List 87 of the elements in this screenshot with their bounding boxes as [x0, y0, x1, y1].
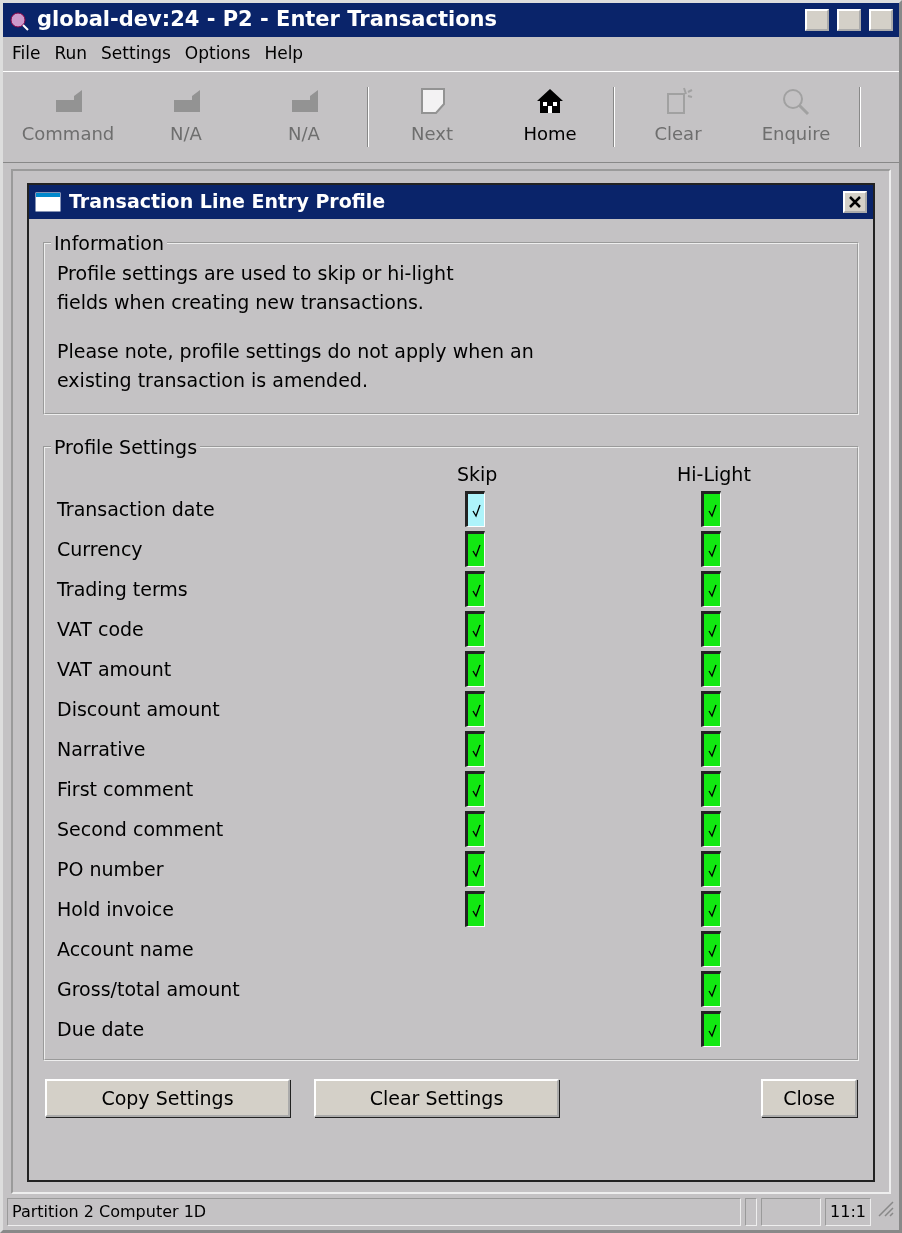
info-text: Profile settings are used to skip or hi-light fields when creating new transactions. — [57, 261, 455, 316]
checkbox[interactable] — [701, 851, 721, 888]
check-icon — [706, 702, 718, 718]
checkbox[interactable] — [465, 491, 485, 528]
menu-item[interactable]: Settings — [94, 41, 178, 67]
check-icon — [706, 742, 718, 758]
checkbox[interactable] — [701, 691, 721, 728]
checkbox[interactable] — [701, 651, 721, 688]
field-label: Trading terms — [57, 577, 189, 603]
checkbox[interactable] — [465, 611, 485, 648]
dialog-button[interactable]: Clear Settings — [314, 1079, 559, 1118]
menu-item[interactable]: File — [5, 41, 48, 67]
field-label: Transaction date — [57, 497, 216, 523]
status-pane — [745, 1198, 758, 1226]
check-icon — [706, 582, 718, 598]
checkbox[interactable] — [701, 571, 721, 608]
field-label: Due date — [57, 1017, 146, 1043]
check-icon — [470, 742, 482, 758]
check-icon — [706, 822, 718, 838]
check-icon — [706, 622, 718, 638]
menu-item[interactable]: Run — [47, 41, 95, 67]
menu-item[interactable]: Options — [177, 41, 258, 67]
check-icon — [470, 702, 482, 718]
checkbox[interactable] — [701, 531, 721, 568]
checkbox[interactable] — [701, 611, 721, 648]
checkbox[interactable] — [465, 771, 485, 808]
check-icon — [706, 782, 718, 798]
checkbox[interactable] — [701, 771, 721, 808]
checkbox[interactable] — [465, 731, 485, 768]
checkbox[interactable] — [465, 571, 485, 608]
check-icon — [706, 542, 718, 558]
checkbox[interactable] — [465, 531, 485, 568]
checkbox[interactable] — [701, 491, 721, 528]
status-position: 11:1 — [825, 1198, 871, 1226]
field-label: Currency — [57, 537, 144, 563]
field-label: First comment — [57, 777, 195, 803]
check-icon — [470, 502, 482, 518]
menu-item[interactable]: Help — [257, 41, 311, 67]
field-label: Narrative — [57, 737, 147, 763]
check-icon — [470, 822, 482, 838]
checkbox[interactable] — [701, 731, 721, 768]
field-label: Account name — [57, 937, 195, 963]
app-icon — [9, 9, 31, 31]
check-icon — [706, 502, 718, 518]
window-title: global-dev:24 - P2 - Enter Transactions — [37, 6, 498, 34]
window-icon — [35, 191, 61, 212]
check-icon — [706, 942, 718, 958]
search-icon — [780, 86, 812, 116]
field-label: Hold invoice — [57, 897, 175, 923]
field-label: VAT code — [57, 617, 145, 643]
checkbox[interactable] — [701, 1011, 721, 1048]
checkbox[interactable] — [465, 651, 485, 688]
check-icon — [470, 582, 482, 598]
dialog-title: Transaction Line Entry Profile — [69, 189, 387, 215]
checkbox[interactable] — [465, 691, 485, 728]
check-icon — [706, 862, 718, 878]
checkbox[interactable] — [465, 851, 485, 888]
check-icon — [470, 902, 482, 918]
column-header: Skip — [457, 462, 499, 488]
checkbox[interactable] — [701, 971, 721, 1008]
checkbox[interactable] — [465, 891, 485, 928]
check-icon — [470, 862, 482, 878]
checkbox[interactable] — [465, 811, 485, 848]
toolbar-button[interactable]: Home — [491, 86, 609, 147]
check-icon — [706, 1022, 718, 1038]
field-label: Second comment — [57, 817, 225, 843]
field-label: Discount amount — [57, 697, 221, 723]
checkbox[interactable] — [701, 891, 721, 928]
close-button[interactable] — [843, 190, 867, 213]
check-icon — [470, 662, 482, 678]
check-icon — [470, 622, 482, 638]
column-header: Hi-Light — [677, 462, 752, 488]
checkbox[interactable] — [701, 931, 721, 968]
check-icon — [706, 902, 718, 918]
status-text: Partition 2 Computer 1D — [7, 1198, 742, 1226]
field-label: VAT amount — [57, 657, 173, 683]
check-icon — [470, 782, 482, 798]
dialog-button[interactable]: Close — [761, 1079, 857, 1118]
checkbox[interactable] — [701, 811, 721, 848]
check-icon — [706, 982, 718, 998]
field-label: Gross/total amount — [57, 977, 241, 1003]
field-label: PO number — [57, 857, 165, 883]
status-pane — [761, 1198, 822, 1226]
dialog-button[interactable]: Copy Settings — [45, 1079, 290, 1118]
check-icon — [706, 662, 718, 678]
check-icon — [470, 542, 482, 558]
info-text: Please note, profile settings do not apply when an existing transaction is amended. — [57, 338, 535, 393]
